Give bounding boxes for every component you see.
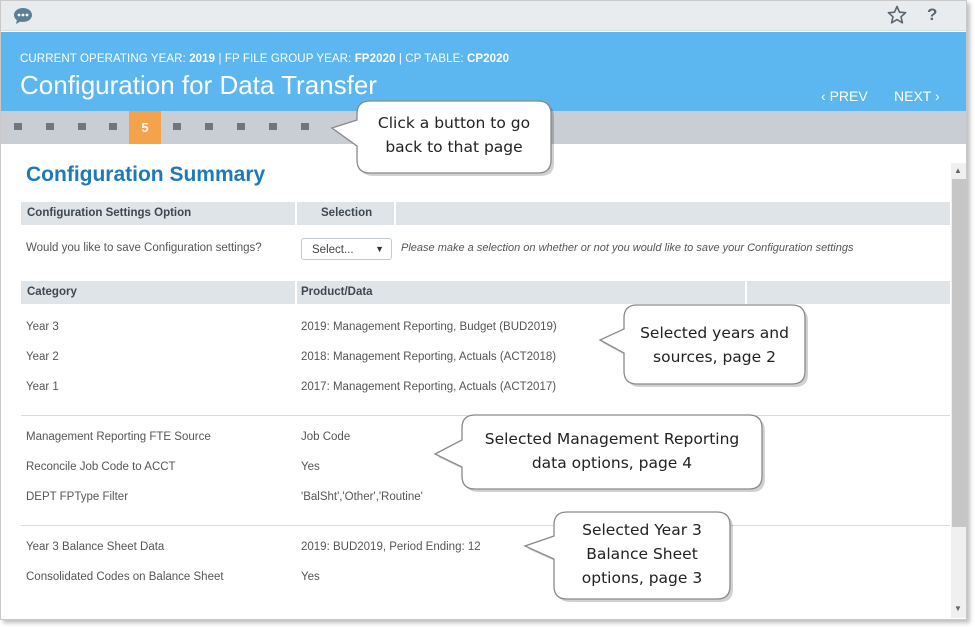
category-year-2: Year 2 bbox=[26, 351, 59, 363]
caret-down-icon: ▼ bbox=[375, 244, 384, 254]
operating-year-value: 2019 bbox=[189, 53, 216, 65]
value-reconcile-job-code: Yes bbox=[301, 461, 320, 473]
category-dept-fptype-filter: DEPT FPType Filter bbox=[26, 491, 129, 503]
settings-hint: Please make a selection on whether or no… bbox=[401, 242, 854, 254]
chat-bubble-icon[interactable] bbox=[13, 7, 33, 25]
value-consolidated-codes: Yes bbox=[301, 571, 320, 583]
column-header-product: Product/Data bbox=[301, 286, 373, 298]
category-year-1: Year 1 bbox=[26, 381, 59, 393]
category-fte-source: Management Reporting FTE Source bbox=[26, 431, 211, 443]
step-5-button-active[interactable]: 5 bbox=[129, 111, 161, 144]
callout-line: Selected years and bbox=[640, 324, 789, 342]
column-divider bbox=[745, 281, 747, 304]
settings-question: Would you like to save Configuration set… bbox=[26, 242, 262, 254]
top-toolbar: ? bbox=[1, 1, 966, 31]
next-label: NEXT bbox=[894, 88, 932, 104]
header-context-line: CURRENT OPERATING YEAR: 2019 | FP FILE G… bbox=[20, 53, 509, 65]
callout-balance-text: Selected Year 3 Balance Sheet options, p… bbox=[554, 518, 730, 590]
category-table-header: Category Product/Data bbox=[21, 281, 950, 304]
select-value: Select... bbox=[312, 244, 354, 256]
callout-line: Click a button to go bbox=[377, 114, 531, 132]
value-balance-sheet-data: 2019: BUD2019, Period Ending: 12 bbox=[301, 541, 481, 553]
category-balance-sheet-data: Year 3 Balance Sheet Data bbox=[26, 541, 165, 553]
question-icon[interactable]: ? bbox=[927, 5, 937, 25]
callout-line: sources, page 2 bbox=[653, 348, 776, 366]
callout-line: Balance Sheet bbox=[586, 545, 698, 563]
star-outline-icon[interactable] bbox=[887, 5, 907, 25]
callout-line: Selected Year 3 bbox=[582, 521, 702, 539]
cp-table-value: CP2020 bbox=[466, 53, 510, 65]
column-header-option: Configuration Settings Option bbox=[27, 207, 192, 219]
cp-table-label: | CP TABLE: bbox=[398, 53, 464, 65]
fp-group-value: FP2020 bbox=[354, 53, 396, 65]
scrollbar-thumb[interactable] bbox=[952, 179, 966, 527]
next-button[interactable]: NEXT › bbox=[894, 88, 940, 104]
operating-year-label: CURRENT OPERATING YEAR: bbox=[20, 53, 186, 65]
page-title: Configuration for Data Transfer bbox=[20, 70, 377, 100]
scroll-down-arrow-icon[interactable]: ▼ bbox=[954, 604, 962, 613]
step-4-button[interactable] bbox=[109, 123, 117, 130]
settings-table-header: Configuration Settings Option Selection bbox=[21, 202, 950, 225]
step-3-button[interactable] bbox=[78, 123, 86, 130]
callout-mgmt-text: Selected Management Reporting data optio… bbox=[462, 427, 762, 475]
value-year-1: 2017: Management Reporting, Actuals (ACT… bbox=[301, 381, 557, 393]
column-header-selection: Selection bbox=[321, 207, 373, 219]
step-1-button[interactable] bbox=[14, 123, 22, 130]
step-9-button[interactable] bbox=[269, 123, 277, 130]
value-year-2: 2018: Management Reporting, Actuals (ACT… bbox=[301, 351, 557, 363]
fp-group-label: | FP FILE GROUP YEAR: bbox=[218, 53, 352, 65]
value-year-3: 2019: Management Reporting, Budget (BUD2… bbox=[301, 321, 557, 333]
column-divider bbox=[295, 202, 297, 225]
step-8-button[interactable] bbox=[237, 123, 245, 130]
column-header-category: Category bbox=[27, 286, 77, 298]
callout-line: data options, page 4 bbox=[531, 454, 693, 472]
callout-line: back to that page bbox=[385, 138, 523, 156]
app-window: ? CURRENT OPERATING YEAR: 2019 | FP FILE… bbox=[0, 0, 967, 620]
value-fte-source: Job Code bbox=[301, 431, 351, 443]
callout-years-text: Selected years and sources, page 2 bbox=[624, 321, 805, 369]
category-consolidated-codes: Consolidated Codes on Balance Sheet bbox=[26, 571, 224, 583]
column-divider bbox=[295, 281, 297, 304]
chevron-right-icon: › bbox=[934, 88, 940, 104]
prev-button[interactable]: ‹ PREV bbox=[821, 88, 868, 104]
step-6-button[interactable] bbox=[173, 123, 181, 130]
step-2-button[interactable] bbox=[46, 123, 54, 130]
scroll-up-arrow-icon[interactable]: ▲ bbox=[954, 166, 962, 175]
column-divider bbox=[394, 202, 396, 225]
callout-steps-text: Click a button to go back to that page bbox=[357, 111, 551, 159]
save-settings-select[interactable]: Select... ▼ bbox=[301, 238, 392, 260]
step-10-button[interactable] bbox=[301, 123, 309, 130]
step-7-button[interactable] bbox=[205, 123, 213, 130]
category-reconcile-job-code: Reconcile Job Code to ACCT bbox=[26, 461, 176, 473]
value-dept-fptype-filter: 'BalSht','Other','Routine' bbox=[301, 491, 423, 503]
callout-line: options, page 3 bbox=[581, 569, 703, 587]
callout-line: Selected Management Reporting bbox=[484, 430, 740, 448]
prev-label: PREV bbox=[829, 88, 868, 104]
chevron-left-icon: ‹ bbox=[821, 88, 826, 104]
group-divider bbox=[21, 525, 950, 526]
section-title: Configuration Summary bbox=[26, 163, 266, 186]
category-year-3: Year 3 bbox=[26, 321, 59, 333]
